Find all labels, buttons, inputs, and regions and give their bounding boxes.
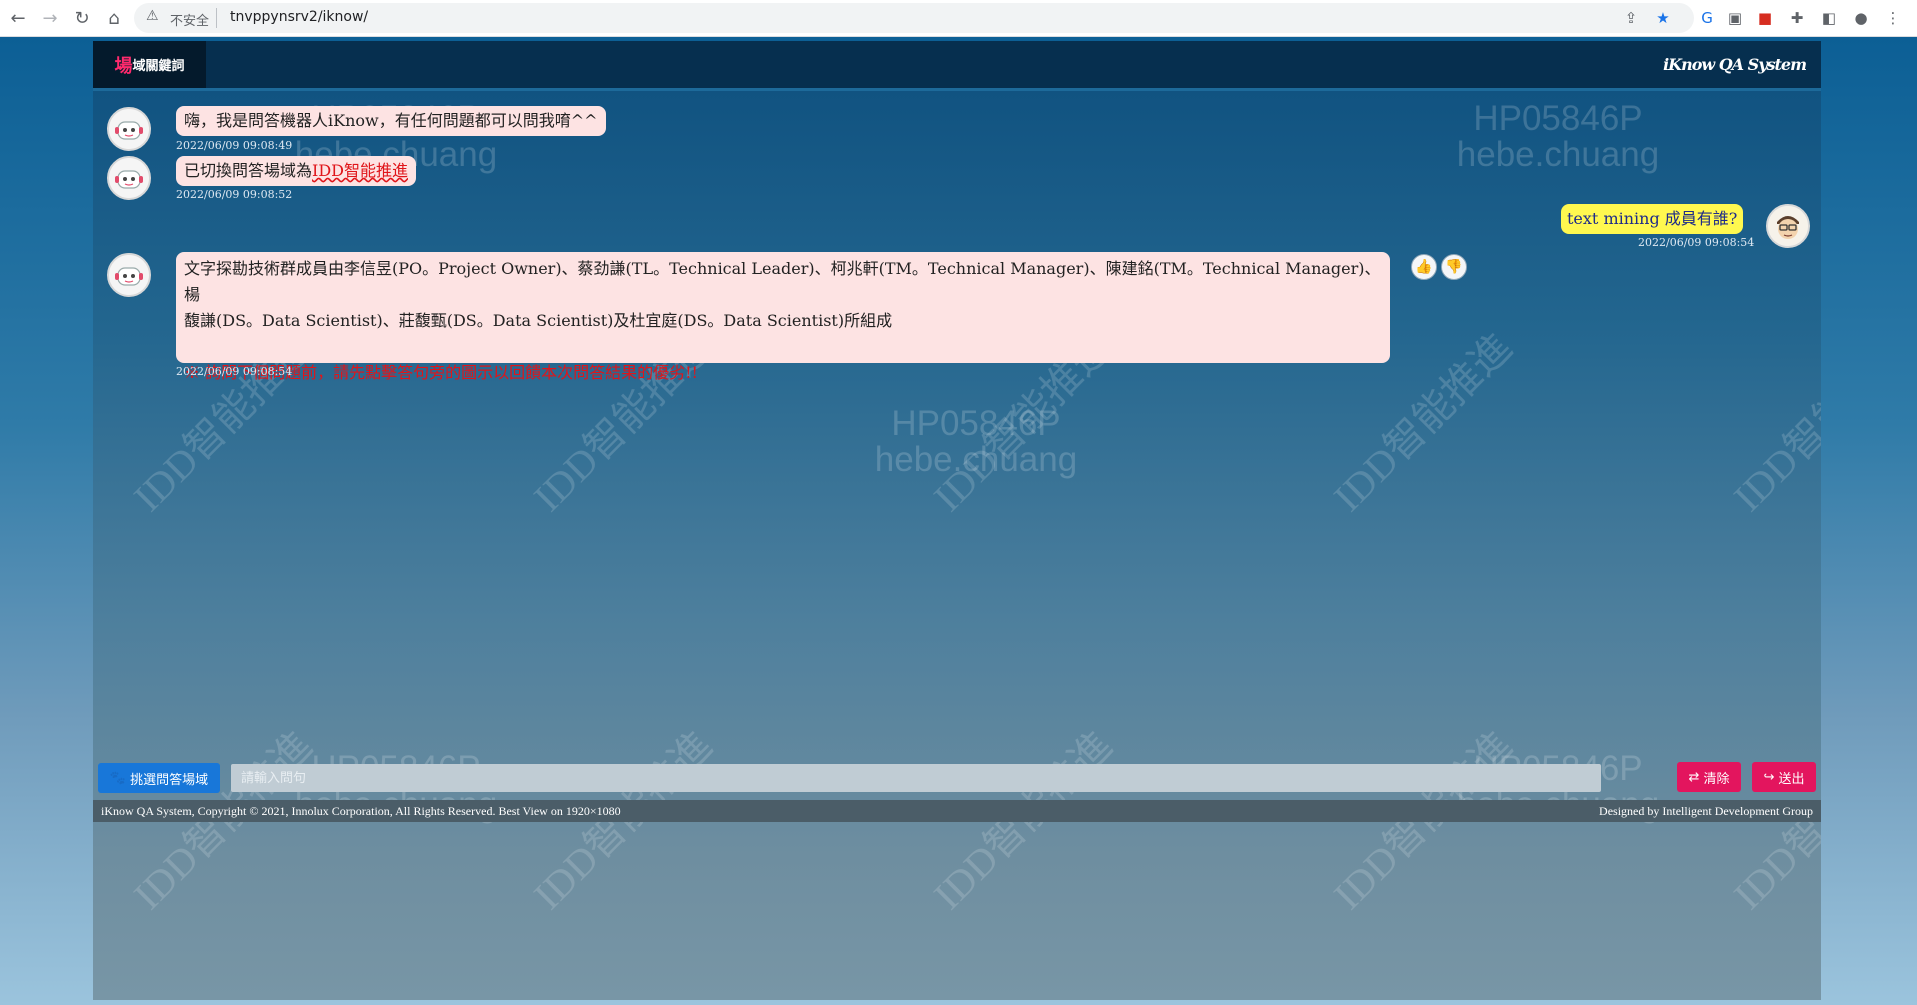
watermark-user: HP05846P hebe.chuang: [846, 406, 1106, 478]
system-title: iKnow QA System: [1663, 55, 1807, 74]
bot-message-bubble: 已切換問答場域為IDD智能推進: [176, 156, 416, 186]
feedback-note: ※ 詢問下個問題前，請先點擊答句旁的圖示以回饋本次問答結果的優劣!!: [184, 363, 698, 382]
pdf-extension-icon[interactable]: ■: [1754, 7, 1776, 29]
robot-icon: [109, 158, 149, 198]
domain-keyword-button[interactable]: 場 域關鍵詞: [93, 41, 206, 88]
user-message-bubble: text mining 成員有誰?: [1561, 204, 1744, 234]
translate-extension-icon[interactable]: G: [1696, 7, 1718, 29]
watermark-diagonal: IDD智能推進: [1725, 324, 1821, 520]
bot-avatar: [107, 156, 151, 200]
clear-label: 清除: [1703, 771, 1730, 787]
address-bar[interactable]: ⚠ 不安全 tnvppynsrv2/iknow/ ⇪ ★: [134, 3, 1694, 33]
message-timestamp: 2022/06/09 09:08:54: [1638, 236, 1755, 249]
paw-icon: 🐾: [109, 770, 127, 786]
copyright-text: iKnow QA System, Copyright © 2021, Innol…: [101, 804, 621, 818]
side-panel-icon[interactable]: ◧: [1818, 7, 1840, 29]
warning-icon: ⚠: [146, 8, 159, 24]
bot-answer-bubble: 文字探勘技術群成員由李信昱(PO。Project Owner)、蔡劲謙(TL。T…: [176, 252, 1390, 382]
robot-icon: [109, 255, 149, 295]
domain-keyword-label: 域關鍵詞: [132, 59, 185, 74]
reload-icon[interactable]: ↻: [70, 6, 94, 30]
home-icon[interactable]: ⌂: [102, 6, 126, 30]
domain-switch-text: 已切換問答場域為: [184, 161, 313, 180]
watermark-user: HP05846P hebe.chuang: [1428, 101, 1688, 173]
send-button[interactable]: ↪ 送出: [1752, 762, 1816, 792]
thumbs-down-icon[interactable]: 👎: [1441, 254, 1467, 280]
extension-icon[interactable]: ▣: [1724, 7, 1746, 29]
browser-toolbar: ← → ↻ ⌂ ⚠ 不安全 tnvppynsrv2/iknow/ ⇪ ★ G ▣…: [0, 0, 1917, 37]
app-footer: iKnow QA System, Copyright © 2021, Innol…: [93, 800, 1821, 822]
choose-domain-button[interactable]: 🐾 挑選問答場域: [98, 763, 220, 793]
bookmark-star-icon[interactable]: ★: [1652, 7, 1674, 29]
share-arrow-icon: ↪: [1763, 769, 1775, 785]
answer-line: 馥謙(DS。Data Scientist)、莊馥甄(DS。Data Scient…: [184, 311, 893, 330]
domain-name-highlight: IDD智能推進: [312, 161, 408, 180]
puzzle-extensions-icon[interactable]: ✚: [1786, 7, 1808, 29]
forward-icon[interactable]: →: [38, 6, 62, 30]
send-label: 送出: [1778, 771, 1805, 787]
retweet-icon: ⇄: [1688, 769, 1700, 785]
answer-line: 文字探勘技術群成員由李信昱(PO。Project Owner)、蔡劲謙(TL。T…: [184, 259, 1381, 304]
back-icon[interactable]: ←: [6, 6, 30, 30]
url-text: tnvppynsrv2/iknow/: [230, 9, 369, 25]
security-label: 不安全: [170, 14, 210, 29]
profile-avatar-icon[interactable]: ●: [1850, 7, 1872, 29]
address-separator: [216, 8, 217, 28]
message-timestamp: 2022/06/09 09:08:49: [176, 139, 293, 152]
thumbs-up-icon[interactable]: 👍: [1411, 254, 1437, 280]
watermark-user-id: HP05846P: [1473, 99, 1643, 138]
app-header: 場 域關鍵詞 iKnow QA System: [93, 41, 1821, 91]
watermark-user-name: hebe.chuang: [874, 440, 1078, 479]
answer-spacer: [184, 334, 1382, 360]
menu-kebab-icon[interactable]: ⋮: [1882, 7, 1904, 29]
iknow-app: HP05846P hebe.chuang HP05846P hebe.chuan…: [93, 41, 1821, 1000]
choose-domain-label: 挑選問答場域: [130, 772, 209, 788]
bot-avatar: [107, 253, 151, 297]
message-timestamp: 2022/06/09 09:08:52: [176, 188, 293, 201]
message-timestamp: 2022/06/09 09:08:54: [176, 365, 293, 378]
bot-message-bubble: 嗨，我是問答機器人iKnow，有任何問題都可以問我唷^^: [176, 106, 606, 136]
designer-credit: Designed by Intelligent Development Grou…: [1599, 804, 1813, 818]
bot-avatar: [107, 107, 151, 151]
watermark-user-name: hebe.chuang: [1456, 135, 1660, 174]
question-input[interactable]: [231, 764, 1601, 792]
user-avatar: [1766, 204, 1810, 248]
clear-button[interactable]: ⇄ 清除: [1677, 762, 1741, 792]
share-icon[interactable]: ⇪: [1620, 7, 1642, 29]
user-avatar-icon: [1768, 206, 1808, 246]
robot-icon: [109, 109, 149, 149]
watermark-user-id: HP05846P: [891, 404, 1061, 443]
domain-keyword-first-char: 場: [114, 55, 133, 77]
